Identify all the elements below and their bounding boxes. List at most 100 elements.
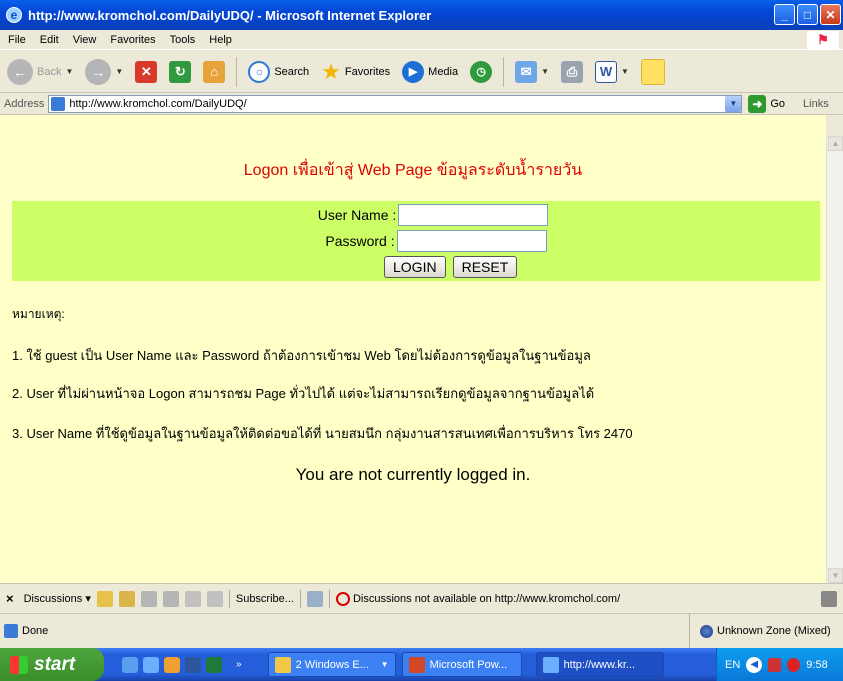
notes-title: หมายเหตุ:: [12, 307, 65, 321]
scroll-down-icon[interactable]: ▼: [828, 568, 843, 583]
login-status-message: You are not currently logged in.: [295, 465, 531, 484]
antivirus-icon[interactable]: [787, 657, 801, 672]
favorites-button[interactable]: ★ Favorites: [318, 54, 393, 90]
page-heading: Logon เพื่อเข้าสู่ Web Page ข้อมูลระดับน…: [243, 162, 583, 179]
menu-file[interactable]: File: [8, 34, 26, 46]
system-tray: EN ◀ 9:58: [716, 648, 843, 681]
security-zone: Unknown Zone (Mixed): [689, 614, 839, 648]
menu-favorites[interactable]: Favorites: [110, 34, 155, 46]
discussions-unavailable-text: Discussions not available on http://www.…: [352, 592, 621, 605]
address-url: http://www.kromchol.com/DailyUDQ/: [69, 97, 247, 110]
star-icon: ★: [321, 58, 341, 84]
menu-tools[interactable]: Tools: [170, 34, 196, 46]
back-arrow-tray-icon[interactable]: ◀: [746, 656, 763, 673]
task-label: http://www.kr...: [563, 658, 636, 671]
scroll-up-icon[interactable]: ▲: [828, 136, 843, 151]
page-done-icon: [4, 624, 18, 638]
refresh-button[interactable]: ↻: [166, 54, 194, 90]
discussion-pane-icon[interactable]: [306, 590, 323, 607]
edit-discussion-icon[interactable]: [184, 590, 201, 607]
print-icon: ⎙: [561, 60, 584, 83]
page-content: Logon เพื่อเข้าสู่ Web Page ข้อมูลระดับน…: [0, 115, 826, 583]
ie-quicklaunch-icon[interactable]: [122, 656, 138, 673]
home-button[interactable]: ⌂: [200, 54, 228, 90]
chevron-down-icon: ▼: [380, 660, 389, 669]
delete-discussion-icon[interactable]: [206, 590, 223, 607]
toolbar-separator: [236, 56, 238, 87]
ie-icon: e: [6, 7, 22, 23]
toolbar: ← Back ▼ → ▼ ✕ ↻ ⌂ ○ Search ★ Favorites …: [0, 51, 843, 93]
expand-icon[interactable]: [140, 590, 157, 607]
reset-button[interactable]: RESET: [452, 256, 518, 278]
media-quicklaunch-icon[interactable]: [164, 656, 180, 673]
favorites-label: Favorites: [344, 65, 391, 78]
address-bar: Address http://www.kromchol.com/DailyUDQ…: [0, 93, 843, 115]
history-button[interactable]: ◷: [467, 54, 495, 90]
maximize-button[interactable]: □: [797, 4, 818, 25]
new-discussion-icon[interactable]: [96, 590, 113, 607]
shield-icon[interactable]: [768, 657, 782, 672]
ie-icon: [542, 656, 559, 673]
mail-icon: ✉: [515, 60, 538, 83]
note-3: 3. User Name ที่ใช้ดูข้อมูลในฐานข้อมูลให…: [12, 426, 633, 441]
go-button[interactable]: ➜ Go: [748, 94, 786, 113]
task-label: 2 Windows E...: [295, 658, 369, 671]
title-bar: e http://www.kromchol.com/DailyUDQ/ - Mi…: [0, 0, 843, 30]
menu-help[interactable]: Help: [209, 34, 232, 46]
messenger-button[interactable]: [638, 54, 668, 90]
task-internet-explorer[interactable]: http://www.kr...: [535, 652, 664, 677]
status-bar: Done Unknown Zone (Mixed): [0, 614, 843, 648]
back-button[interactable]: ← Back ▼: [4, 54, 76, 90]
chevron-down-icon: ▼: [115, 67, 124, 76]
minimize-button[interactable]: _: [774, 4, 795, 25]
close-discussions-icon[interactable]: ×: [6, 591, 14, 606]
collapse-icon[interactable]: [162, 590, 179, 607]
task-powerpoint[interactable]: Microsoft Pow...: [401, 652, 522, 677]
discussions-button[interactable]: Discussions ▾: [24, 592, 91, 605]
username-label: User Name :: [317, 207, 397, 223]
status-text: Done: [22, 625, 49, 637]
task-windows-explorer[interactable]: 2 Windows E... ▼: [267, 652, 396, 677]
ie-quicklaunch-icon-2[interactable]: [143, 656, 159, 673]
print-button[interactable]: ⎙: [558, 54, 586, 90]
word-quicklaunch-icon[interactable]: [185, 656, 201, 673]
go-label: Go: [770, 97, 786, 110]
close-button[interactable]: ✕: [820, 4, 841, 25]
links-button[interactable]: Links: [803, 98, 829, 110]
back-label: Back: [37, 65, 62, 78]
zone-text: Unknown Zone (Mixed): [717, 625, 831, 637]
separator: [299, 589, 301, 608]
stop-button[interactable]: ✕: [132, 54, 160, 90]
password-input[interactable]: [396, 230, 547, 252]
media-label: Media: [428, 65, 459, 78]
excel-quicklaunch-icon[interactable]: [206, 656, 222, 673]
note-1: 1. ใช้ guest เป็น User Name และ Password…: [12, 348, 591, 363]
login-button[interactable]: LOGIN: [384, 256, 446, 278]
separator: [228, 589, 230, 608]
discussions-options-icon[interactable]: [821, 590, 837, 607]
chevron-down-icon: ▼: [541, 67, 550, 76]
menu-view[interactable]: View: [73, 34, 97, 46]
edit-button[interactable]: W ▼: [592, 54, 632, 90]
search-label: Search: [274, 65, 310, 78]
mail-button[interactable]: ✉ ▼: [512, 54, 552, 90]
password-label: Password :: [325, 233, 395, 249]
subscribe-button[interactable]: Subscribe...: [236, 593, 294, 605]
separator: [328, 589, 330, 608]
home-icon: ⌂: [203, 60, 226, 83]
address-input[interactable]: http://www.kromchol.com/DailyUDQ/ ▼: [48, 94, 743, 113]
start-button[interactable]: start: [0, 648, 104, 681]
address-dropdown-icon[interactable]: ▼: [725, 95, 742, 112]
username-input[interactable]: [398, 204, 549, 226]
language-indicator[interactable]: EN: [725, 659, 740, 671]
menu-edit[interactable]: Edit: [40, 34, 59, 46]
reply-icon[interactable]: [118, 590, 135, 607]
page-icon: [51, 96, 66, 111]
forward-arrow-icon: →: [85, 58, 112, 85]
media-button[interactable]: ▶ Media: [399, 54, 461, 90]
history-icon: ◷: [470, 60, 493, 83]
forward-button[interactable]: → ▼: [82, 54, 126, 90]
vertical-scrollbar[interactable]: ▲ ▼: [826, 136, 843, 583]
quicklaunch-chevron-icon[interactable]: »: [236, 659, 242, 670]
search-button[interactable]: ○ Search: [245, 54, 312, 90]
